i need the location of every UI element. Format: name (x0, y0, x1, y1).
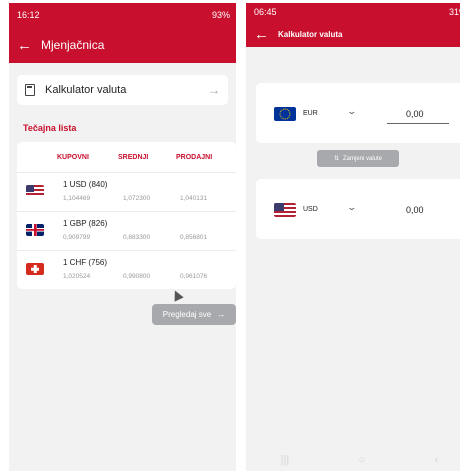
app-bar: ← Mjenjačnica (9, 27, 236, 63)
buy-rate: 1,104469 (63, 195, 91, 202)
swap-label: Zamjeni valute (343, 155, 383, 162)
status-bar: 16:12 93% (9, 3, 236, 27)
calculator-icon (25, 84, 35, 96)
to-currency-code[interactable]: USD (303, 206, 318, 213)
rates-table: KUPOVNI SREDNJI PRODAJNI 1 USD (840) 1,1… (17, 142, 236, 289)
column-header-buy: KUPOVNI (57, 153, 89, 161)
us-flag-icon (274, 203, 296, 217)
mouse-cursor-icon (170, 288, 184, 302)
to-amount-value: 0,00 (406, 205, 424, 215)
rates-section-title: Tečajna lista (23, 123, 77, 133)
arrow-right-icon: → (217, 310, 226, 319)
mid-rate: 0,990800 (123, 273, 151, 280)
status-time: 06:45 (254, 7, 277, 17)
mid-rate: 0,883300 (123, 234, 151, 241)
system-nav-bar: ||| ○ ‹ (246, 449, 460, 471)
rate-row[interactable]: 1 USD (840) 1,104469 1,072300 1,040131 (17, 172, 236, 211)
from-currency-card: EUR ⌄ 0,00 (256, 83, 460, 143)
rates-screen: 16:12 93% ← Mjenjačnica Kalkulator valut… (9, 3, 236, 471)
chevron-down-icon[interactable]: ⌄ (346, 202, 357, 213)
sell-rate: 0,856801 (180, 234, 208, 241)
sell-rate: 0,961076 (180, 273, 208, 280)
buy-rate: 1,020524 (63, 273, 91, 280)
swap-icon: ⇅ (333, 156, 339, 162)
rate-row[interactable]: 1 CHF (756) 1,020524 0,990800 0,961076 (17, 250, 236, 289)
currency-code: 1 USD (840) (63, 180, 108, 189)
page-title: Kalkulator valuta (278, 29, 343, 39)
us-flag-icon (26, 185, 44, 197)
column-header-mid: SREDNJI (118, 153, 149, 161)
eu-flag-icon (274, 107, 296, 121)
status-bar: 06:45 31% (246, 3, 460, 21)
back-arrow-icon[interactable]: ← (254, 26, 278, 43)
status-time: 16:12 (17, 10, 40, 20)
rates-header-row: KUPOVNI SREDNJI PRODAJNI (17, 142, 236, 172)
calculator-screen: 06:45 31% ← Kalkulator valuta EUR ⌄ 0,00… (246, 3, 460, 471)
from-amount-input[interactable]: 0,00 (406, 109, 424, 119)
to-currency-card: USD ⌄ 0,00 (256, 179, 460, 239)
calculator-link[interactable]: Kalkulator valuta → (17, 75, 228, 105)
ch-flag-icon (26, 263, 44, 275)
app-bar: ← Kalkulator valuta (246, 21, 460, 47)
battery-level: 31% (448, 7, 460, 17)
gb-flag-icon (26, 224, 44, 236)
rate-row[interactable]: 1 GBP (826) 0,909799 0,883300 0,856801 (17, 211, 236, 250)
sell-rate: 1,040131 (180, 195, 208, 202)
buy-rate: 0,909799 (63, 234, 91, 241)
currency-code: 1 CHF (756) (63, 258, 108, 267)
mid-rate: 1,072300 (123, 195, 151, 202)
currency-code: 1 GBP (826) (63, 219, 108, 228)
arrow-right-icon: → (208, 83, 220, 97)
view-all-label: Pregledaj sve (162, 310, 212, 319)
chevron-down-icon[interactable]: ⌄ (346, 106, 357, 117)
page-title: Mjenjačnica (41, 38, 105, 52)
calculator-label: Kalkulator valuta (45, 84, 127, 96)
from-currency-code[interactable]: EUR (303, 110, 318, 117)
back-nav-icon[interactable]: ‹ (435, 454, 439, 466)
back-arrow-icon[interactable]: ← (17, 37, 41, 54)
battery-level: 93% (211, 10, 230, 20)
recent-apps-icon[interactable]: ||| (281, 454, 290, 466)
column-header-sell: PRODAJNI (176, 153, 213, 161)
view-all-button[interactable]: Pregledaj sve → (152, 304, 236, 325)
swap-currencies-button[interactable]: ⇅ Zamjeni valute (317, 150, 399, 167)
input-underline (387, 123, 449, 124)
home-icon[interactable]: ○ (359, 454, 366, 466)
